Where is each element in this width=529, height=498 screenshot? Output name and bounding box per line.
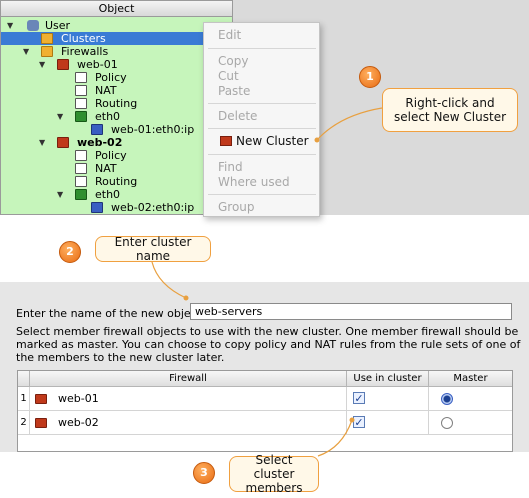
menu-item-new-cluster[interactable]: New Cluster bbox=[220, 134, 309, 149]
use-in-cluster-cell: ✓ bbox=[347, 387, 429, 411]
interface-icon bbox=[75, 189, 87, 200]
step-3-callout: Select cluster members bbox=[229, 453, 319, 495]
row-number: 1 bbox=[18, 387, 30, 411]
tree-item-label: Firewalls bbox=[61, 45, 109, 58]
folder-icon bbox=[41, 46, 53, 57]
routing-icon bbox=[75, 176, 87, 187]
firewall-icon bbox=[57, 137, 69, 148]
step-2-badge: 2 bbox=[59, 241, 81, 263]
firewall-icon bbox=[35, 394, 47, 404]
use-in-cluster-checkbox[interactable]: ✓ bbox=[353, 416, 365, 428]
menu-item-group: Group bbox=[218, 200, 255, 214]
nat-icon bbox=[75, 85, 87, 96]
column-header-master[interactable]: Master bbox=[429, 371, 512, 387]
folder-icon bbox=[41, 33, 53, 44]
master-radio[interactable] bbox=[441, 393, 453, 405]
tree-header-object[interactable]: Object bbox=[1, 1, 232, 17]
menu-item-paste: Paste bbox=[218, 84, 251, 98]
routing-icon bbox=[75, 98, 87, 109]
expand-triangle-icon[interactable]: ▼ bbox=[39, 58, 45, 71]
menu-separator bbox=[208, 128, 316, 129]
master-cell bbox=[429, 387, 512, 411]
table-row[interactable]: 2 web-02 ✓ bbox=[18, 411, 512, 435]
menu-separator bbox=[208, 154, 316, 155]
menu-item-edit: Edit bbox=[218, 28, 242, 42]
cluster-icon bbox=[220, 136, 232, 146]
menu-item-where-used: Where used bbox=[218, 175, 290, 189]
firewall-cell: web-01 bbox=[30, 387, 347, 411]
menu-item-label: New Cluster bbox=[236, 134, 309, 148]
tree-item-label: web-02:eth0:ip bbox=[111, 201, 195, 214]
menu-item-copy: Copy bbox=[218, 54, 249, 68]
user-library-icon bbox=[27, 20, 39, 31]
tree-item-label: Clusters bbox=[61, 32, 106, 45]
column-header-use-in-cluster[interactable]: Use in cluster bbox=[347, 371, 429, 387]
firewall-icon bbox=[35, 418, 47, 428]
tree-item-label: Routing bbox=[95, 175, 138, 188]
expand-triangle-icon[interactable]: ▼ bbox=[23, 45, 29, 58]
table-row[interactable]: 1 web-01 ✓ bbox=[18, 387, 512, 411]
object-tree[interactable]: Object ▼ User Clusters ▼ Firewalls ▼ web… bbox=[0, 0, 233, 215]
new-cluster-dialog: Enter the name of the new object Select … bbox=[0, 282, 529, 452]
tree-item-label: web-01 bbox=[77, 58, 118, 71]
use-in-cluster-checkbox[interactable]: ✓ bbox=[353, 392, 365, 404]
policy-icon bbox=[75, 72, 87, 83]
policy-icon bbox=[75, 150, 87, 161]
expand-triangle-icon[interactable]: ▼ bbox=[39, 136, 45, 149]
expand-triangle-icon[interactable]: ▼ bbox=[57, 188, 63, 201]
menu-separator bbox=[208, 103, 316, 104]
expand-triangle-icon[interactable]: ▼ bbox=[7, 19, 13, 32]
step-1-badge: 1 bbox=[359, 66, 381, 88]
tree-item-label: web-01:eth0:ip bbox=[111, 123, 195, 136]
step-2-callout: Enter cluster name bbox=[95, 235, 211, 263]
firewall-name: web-01 bbox=[58, 392, 99, 405]
address-icon bbox=[91, 124, 103, 135]
expand-triangle-icon[interactable]: ▼ bbox=[57, 110, 63, 123]
tree-item-clusters[interactable]: Clusters bbox=[1, 32, 232, 45]
members-table: Firewall Use in cluster Master 1 web-01 … bbox=[17, 370, 513, 452]
interface-icon bbox=[75, 111, 87, 122]
menu-separator bbox=[208, 194, 316, 195]
tree-item-label: User bbox=[45, 19, 71, 32]
firewall-cell: web-02 bbox=[30, 411, 347, 435]
master-radio[interactable] bbox=[441, 417, 453, 429]
tree-item-label: web-02 bbox=[77, 136, 123, 149]
tree-item-label: eth0 bbox=[95, 188, 121, 201]
context-menu: Edit Copy Cut Paste Delete New Cluster F… bbox=[203, 22, 320, 217]
cluster-name-input[interactable] bbox=[190, 303, 512, 320]
nat-icon bbox=[75, 163, 87, 174]
menu-separator bbox=[208, 48, 316, 49]
tree-item-label: Policy bbox=[95, 149, 127, 162]
row-number: 2 bbox=[18, 411, 30, 435]
master-cell bbox=[429, 411, 512, 435]
name-label: Enter the name of the new object bbox=[16, 307, 202, 320]
menu-item-find: Find bbox=[218, 160, 243, 174]
use-in-cluster-cell: ✓ bbox=[347, 411, 429, 435]
tree-item-label: Policy bbox=[95, 71, 127, 84]
instructions-text: Select member firewall objects to use wi… bbox=[16, 325, 521, 364]
tree-item-label: NAT bbox=[95, 84, 117, 97]
tree-item-label: NAT bbox=[95, 162, 117, 175]
tree-item-label: Routing bbox=[95, 97, 138, 110]
step-3-badge: 3 bbox=[193, 462, 215, 484]
firewall-icon bbox=[57, 59, 69, 70]
column-header-firewall[interactable]: Firewall bbox=[30, 371, 347, 387]
menu-item-cut: Cut bbox=[218, 69, 239, 83]
tree-item-label: eth0 bbox=[95, 110, 121, 123]
step-1-callout: Right-click and select New Cluster bbox=[382, 88, 518, 132]
menu-item-delete: Delete bbox=[218, 109, 258, 123]
row-number-header bbox=[18, 371, 30, 387]
address-icon bbox=[91, 202, 103, 213]
firewall-name: web-02 bbox=[58, 416, 99, 429]
